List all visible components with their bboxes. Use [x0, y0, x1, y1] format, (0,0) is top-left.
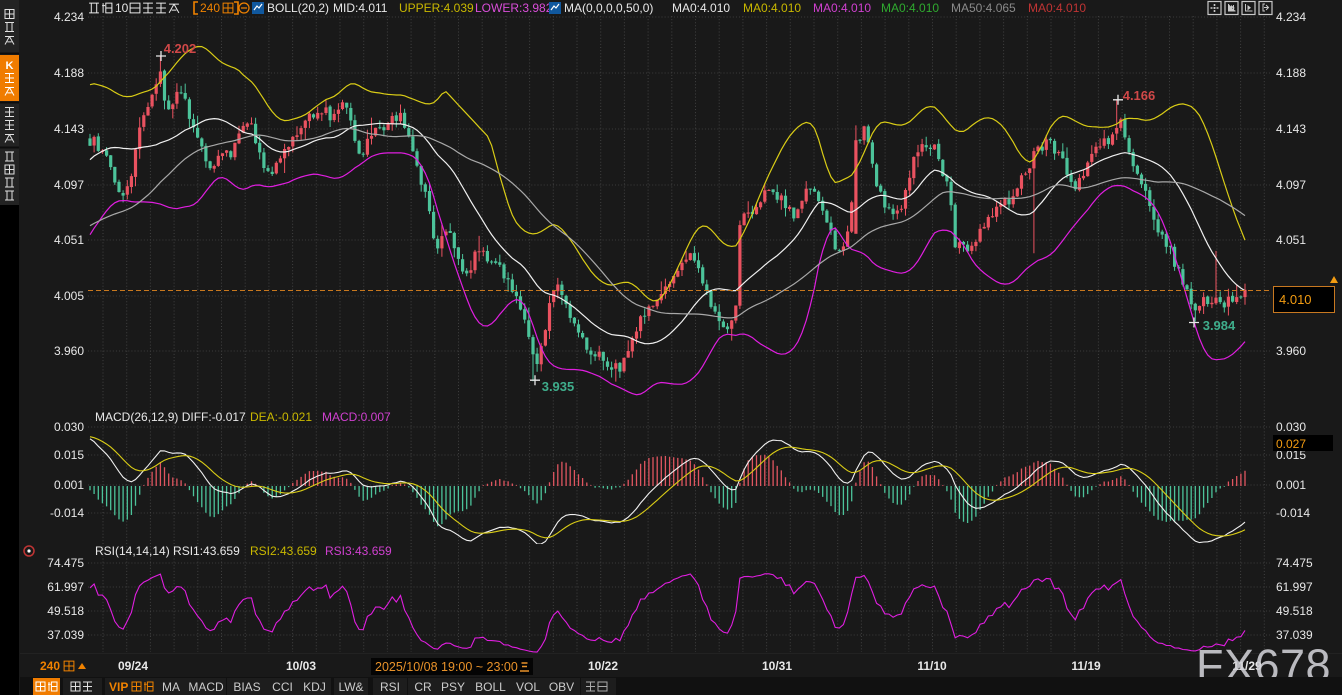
svg-text:LW&: LW&: [338, 680, 363, 694]
svg-text:KDJ: KDJ: [303, 680, 326, 694]
svg-text:240: 240: [40, 659, 60, 673]
svg-text:10/31: 10/31: [762, 659, 792, 673]
svg-text:4.234: 4.234: [54, 10, 84, 24]
svg-text:4.097: 4.097: [1276, 178, 1306, 192]
svg-text:0.030: 0.030: [54, 420, 84, 434]
svg-text:0.001: 0.001: [1276, 478, 1306, 492]
svg-text:BIAS: BIAS: [233, 680, 260, 694]
svg-text:CCI: CCI: [272, 680, 293, 694]
svg-text:BOLL(20,2): BOLL(20,2): [267, 1, 329, 15]
svg-text:-0.014: -0.014: [1276, 506, 1310, 520]
svg-text:61.997: 61.997: [1276, 580, 1313, 594]
svg-text:CR: CR: [414, 680, 432, 694]
svg-text:4.051: 4.051: [1276, 233, 1306, 247]
svg-text:MA(0,0,0,0,50,0): MA(0,0,0,0,50,0): [564, 1, 653, 15]
svg-text:4.097: 4.097: [54, 178, 84, 192]
svg-text:10/03: 10/03: [286, 659, 316, 673]
svg-text:MACD: MACD: [188, 680, 224, 694]
svg-text:VIP: VIP: [109, 680, 128, 694]
svg-text:MA: MA: [162, 680, 180, 694]
svg-text:4.188: 4.188: [1276, 66, 1306, 80]
svg-text:3.960: 3.960: [1276, 344, 1306, 358]
svg-text:0.027: 0.027: [1276, 437, 1306, 451]
svg-text:VOL: VOL: [516, 680, 540, 694]
svg-text:RSI(14,14,14) RSI1:43.659: RSI(14,14,14) RSI1:43.659: [95, 544, 240, 558]
svg-text:4.166: 4.166: [1123, 88, 1156, 103]
svg-text:10/22: 10/22: [588, 659, 618, 673]
svg-text:74.475: 74.475: [47, 556, 84, 570]
svg-text:OBV: OBV: [549, 680, 574, 694]
svg-text:-0.014: -0.014: [50, 506, 84, 520]
svg-text:LOWER:3.982: LOWER:3.982: [475, 1, 553, 15]
svg-text:MA0:4.010: MA0:4.010: [1028, 1, 1086, 15]
svg-text:11/19: 11/19: [1071, 659, 1101, 673]
svg-text:RSI: RSI: [380, 680, 400, 694]
svg-text:240: 240: [200, 1, 220, 15]
svg-text:K: K: [6, 60, 14, 72]
svg-text:0.001: 0.001: [54, 478, 84, 492]
svg-text:4.234: 4.234: [1276, 10, 1306, 24]
svg-text:10: 10: [115, 1, 129, 15]
svg-text:MID:4.011: MID:4.011: [333, 1, 388, 15]
svg-text:RSI2:43.659: RSI2:43.659: [250, 544, 317, 558]
svg-text:MA0:4.010: MA0:4.010: [743, 1, 801, 15]
svg-text:MA0:4.010: MA0:4.010: [881, 1, 939, 15]
svg-text:MA0:4.010: MA0:4.010: [813, 1, 871, 15]
svg-text:2025/10/08 19:00 ~ 23:00: 2025/10/08 19:00 ~ 23:00: [375, 660, 518, 674]
svg-text:0.030: 0.030: [1276, 420, 1306, 434]
svg-text:49.518: 49.518: [1276, 604, 1313, 618]
svg-text:49.518: 49.518: [47, 604, 84, 618]
svg-text:4.010: 4.010: [1279, 292, 1312, 307]
svg-text:74.475: 74.475: [1276, 556, 1313, 570]
svg-text:37.039: 37.039: [47, 628, 84, 642]
svg-text:0.015: 0.015: [54, 448, 84, 462]
svg-text:RSI3:43.659: RSI3:43.659: [325, 544, 392, 558]
svg-text:09/24: 09/24: [118, 659, 148, 673]
svg-text:4.188: 4.188: [54, 66, 84, 80]
svg-text:UPPER:4.039: UPPER:4.039: [399, 1, 474, 15]
svg-text:4.051: 4.051: [54, 233, 84, 247]
svg-text:MA0:4.010: MA0:4.010: [672, 1, 730, 15]
svg-text:11/10: 11/10: [917, 659, 947, 673]
svg-text:4.143: 4.143: [54, 122, 84, 136]
svg-text:MACD:0.007: MACD:0.007: [322, 410, 391, 424]
svg-text:3.984: 3.984: [1203, 318, 1236, 333]
svg-text:4.005: 4.005: [54, 289, 84, 303]
svg-text:3.935: 3.935: [542, 379, 575, 394]
svg-text:4.143: 4.143: [1276, 122, 1306, 136]
svg-text:MACD(26,12,9) DIFF:-0.017: MACD(26,12,9) DIFF:-0.017: [95, 410, 246, 424]
svg-text:4.202: 4.202: [164, 41, 197, 56]
svg-text:MA50:4.065: MA50:4.065: [951, 1, 1016, 15]
svg-text:3.960: 3.960: [54, 344, 84, 358]
svg-text:BOLL: BOLL: [475, 680, 506, 694]
svg-text:DEA:-0.021: DEA:-0.021: [250, 410, 312, 424]
svg-text:61.997: 61.997: [47, 580, 84, 594]
svg-text:PSY: PSY: [441, 680, 465, 694]
